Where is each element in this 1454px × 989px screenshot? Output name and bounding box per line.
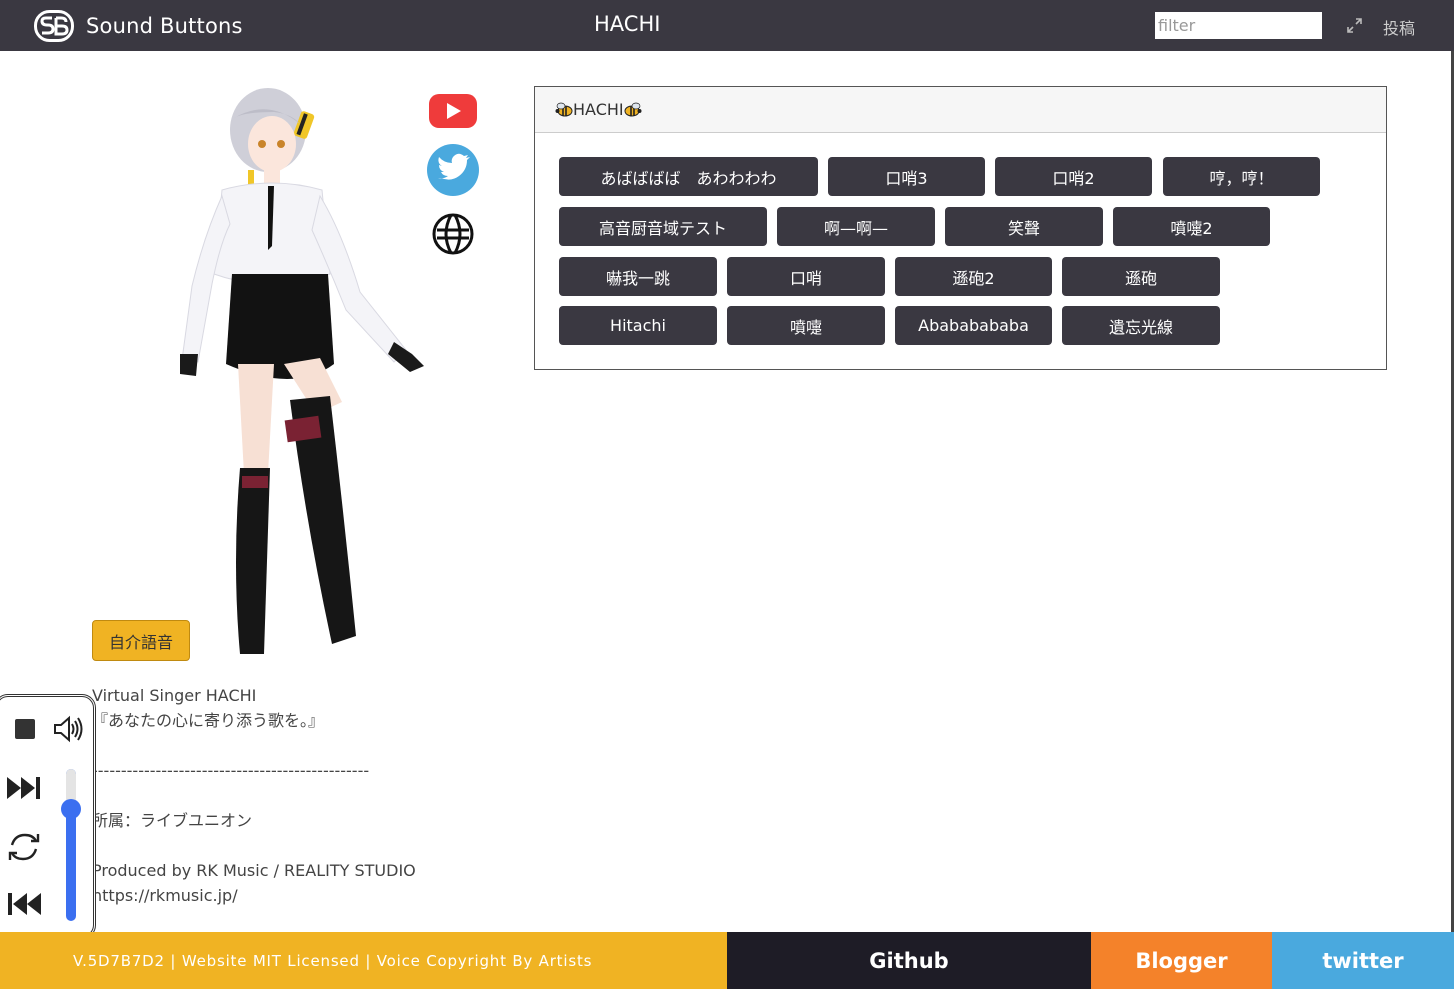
bee-icon [624,102,642,116]
sound-button[interactable]: Hitachi [559,306,717,345]
card-title: HACHI [573,100,624,119]
profile-description: Virtual Singer HACHI 『あなたの心に寄り添う歌を。』 ---… [92,683,512,908]
sound-button[interactable]: 遜砲 [1062,257,1220,296]
volume-icon[interactable] [53,715,83,743]
sound-button[interactable]: 口哨 [727,257,885,296]
sound-button[interactable]: 笑聲 [945,207,1103,246]
description-link[interactable]: https://rkmusic.jp/ [92,883,512,908]
volume-slider-thumb[interactable] [61,799,81,819]
sound-card: HACHI あばばばば あわわわわ 口哨3 口哨2 哼，哼！ 高音厨音域テスト … [534,86,1387,370]
stop-button[interactable] [15,719,35,739]
intro-voice-button[interactable]: 自介語音 [92,620,190,661]
website-icon[interactable] [431,212,475,256]
post-link[interactable]: 投稿 [1383,15,1415,39]
description-divider: ----------------------------------------… [92,761,370,780]
sound-button[interactable]: 嚇我一跳 [559,257,717,296]
description-line [92,733,512,758]
description-line [92,783,512,808]
sound-button[interactable]: 口哨3 [828,157,985,196]
description-line: Produced by RK Music / REALITY STUDIO [92,861,416,880]
filter-input[interactable] [1155,12,1322,39]
sound-button[interactable]: 口哨2 [995,157,1152,196]
sound-button[interactable]: 遺忘光線 [1062,306,1220,345]
sound-button[interactable]: 遜砲2 [895,257,1052,296]
footer: V.5D7B7D2 | Website MIT Licensed | Voice… [0,932,1454,989]
github-link[interactable]: Github [727,932,1091,989]
blogger-link[interactable]: Blogger [1091,932,1272,989]
brand[interactable]: Sound Buttons [34,10,243,42]
page: Sound Buttons HACHI 投稿 [0,0,1454,989]
description-line [92,833,512,858]
sound-buttons-logo-icon [34,10,74,42]
description-line: 所属：ライブユニオン [92,811,253,830]
audio-player [0,694,96,939]
top-navbar: Sound Buttons HACHI 投稿 [0,0,1454,51]
sound-button[interactable]: Abababababa [895,306,1052,345]
sound-button[interactable]: 啊—啊— [777,207,935,246]
sound-button[interactable]: 噴嚏 [727,306,885,345]
loop-icon[interactable] [7,831,41,863]
social-links [427,92,479,256]
brand-name[interactable]: Sound Buttons [86,14,243,38]
card-header: HACHI [535,87,1386,133]
sound-button[interactable]: 哼，哼！ [1163,157,1320,196]
sound-button[interactable]: 高音厨音域テスト [559,207,767,246]
sound-button[interactable]: あばばばば あわわわわ [559,157,818,196]
page-title: HACHI [594,12,661,36]
twitter-link[interactable]: twitter [1272,932,1454,989]
sound-button[interactable]: 噴嚏2 [1113,207,1270,246]
footer-credit: V.5D7B7D2 | Website MIT Licensed | Voice… [0,932,727,989]
next-icon[interactable] [6,775,42,801]
volume-slider[interactable] [66,769,76,921]
previous-icon[interactable] [6,891,42,917]
twitter-icon[interactable] [427,144,479,196]
fullscreen-icon[interactable] [1346,17,1363,34]
bee-icon [555,102,573,116]
youtube-icon[interactable] [428,92,478,130]
description-line: Virtual Singer HACHI [92,686,257,705]
description-line: 『あなたの心に寄り添う歌を。』 [92,711,325,730]
character-illustration [180,88,424,654]
